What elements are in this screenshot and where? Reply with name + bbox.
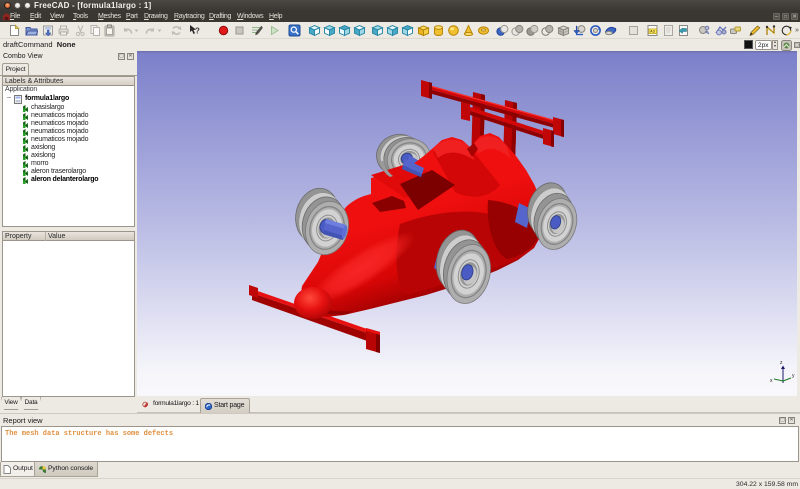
- svg-text:A3: A3: [650, 30, 655, 34]
- svg-text:?: ?: [195, 27, 200, 36]
